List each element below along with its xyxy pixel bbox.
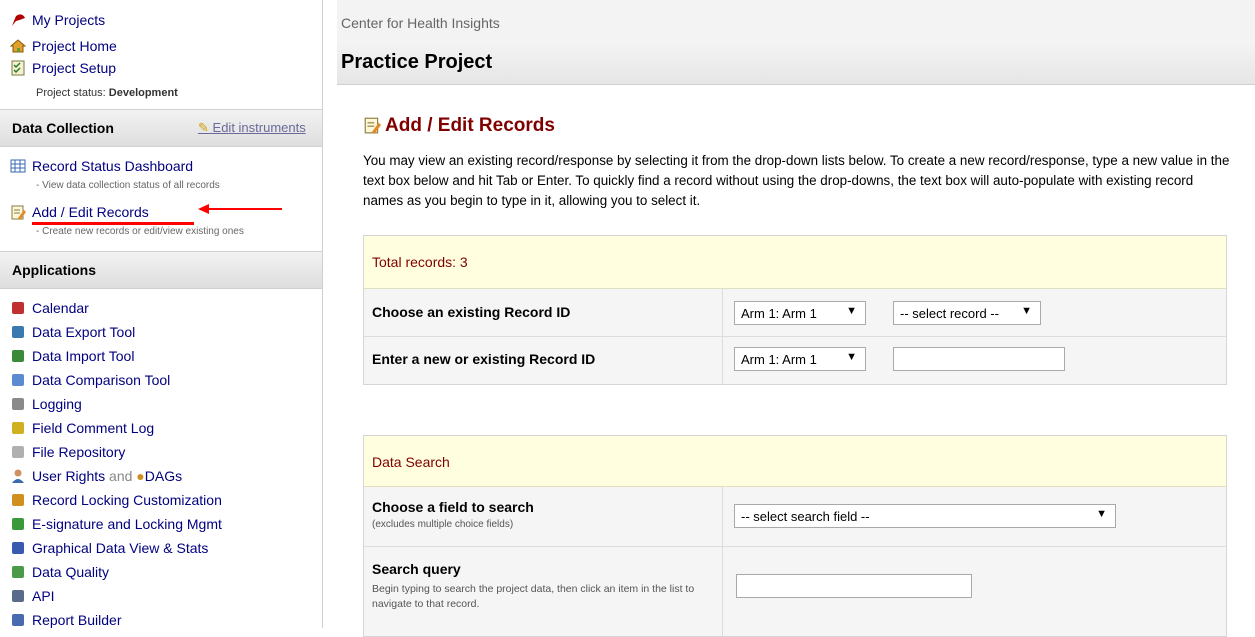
highlight-underline — [32, 222, 194, 225]
pencil-icon: ✎ — [198, 120, 209, 135]
search-query-input[interactable] — [736, 574, 972, 598]
record-status-dashboard-link[interactable]: Record Status Dashboard — [32, 158, 193, 174]
add-edit-records-desc: - Create new records or edit/view existi… — [36, 226, 244, 237]
sidebar-item-data-export-tool[interactable]: Data Export Tool — [32, 324, 135, 340]
project-setup-icon — [11, 60, 25, 76]
data-collection-header: Data Collection ✎ Edit instruments — [0, 109, 322, 147]
project-status-value: Development — [108, 87, 178, 99]
project-home-link[interactable]: Project Home — [32, 38, 117, 54]
record-select[interactable]: -- select record -- ▼ — [893, 301, 1041, 325]
main-content: Center for Health Insights Practice Proj… — [337, 0, 1255, 637]
choose-record-label: Choose an existing Record ID — [372, 304, 571, 320]
dropdown-arrow-icon: ▼ — [846, 351, 857, 363]
applications-header: Applications — [0, 251, 322, 289]
dags-icon: ● — [136, 468, 145, 484]
search-field-select-value: -- select search field -- — [741, 509, 870, 524]
user-icon — [12, 469, 24, 483]
total-records: Total records: 3 — [372, 254, 468, 270]
choose-arm-value: Arm 1: Arm 1 — [741, 306, 817, 321]
data-search-title: Data Search — [372, 454, 450, 470]
search-query-label: Search query — [372, 561, 461, 577]
sidebar-item-data-comparison-tool[interactable]: Data Comparison Tool — [32, 372, 170, 388]
search-field-row: Choose a field to search (excludes multi… — [364, 487, 1226, 547]
dashboard-icon — [10, 159, 26, 173]
applications-title: Applications — [12, 262, 97, 278]
lock-icon — [12, 494, 24, 506]
row-divider — [722, 547, 723, 636]
edit-instruments-link[interactable]: ✎ Edit instruments — [198, 120, 306, 136]
enter-arm-value: Arm 1: Arm 1 — [741, 352, 817, 367]
calendar-icon — [12, 302, 24, 314]
sidebar-item-file-repository[interactable]: File Repository — [32, 444, 125, 460]
row-divider — [722, 289, 723, 336]
row-divider — [722, 487, 723, 546]
dropdown-arrow-icon: ▼ — [846, 305, 857, 317]
dropdown-arrow-icon: ▼ — [1021, 305, 1032, 317]
comment-icon — [12, 422, 24, 434]
quality-icon — [12, 566, 24, 578]
logging-icon — [12, 398, 24, 410]
add-edit-records-icon — [11, 205, 26, 220]
enter-arm-select[interactable]: Arm 1: Arm 1 ▼ — [734, 347, 866, 371]
sidebar-item-graphical-data-view-stats[interactable]: Graphical Data View & Stats — [32, 540, 208, 556]
sidebar-item-e-signature-and-locking-mgmt[interactable]: E-signature and Locking Mgmt — [32, 516, 222, 532]
user-rights-link[interactable]: User Rights — [32, 468, 105, 484]
esign-icon — [12, 518, 24, 530]
record-select-value: -- select record -- — [900, 306, 999, 321]
choose-arm-select[interactable]: Arm 1: Arm 1 ▼ — [734, 301, 866, 325]
choose-record-row: Choose an existing Record ID Arm 1: Arm … — [364, 289, 1226, 337]
record-status-dashboard-desc: - View data collection status of all rec… — [36, 180, 220, 191]
sidebar-item-api[interactable]: API — [32, 588, 55, 604]
data-search-header: Data Search — [364, 436, 1226, 487]
user-rights-and: and — [109, 468, 133, 484]
add-edit-records-title-icon — [364, 117, 381, 134]
records-panel: Total records: 3 Choose an existing Reco… — [363, 235, 1227, 385]
intro-text: You may view an existing record/response… — [363, 153, 1230, 208]
enter-record-label: Enter a new or existing Record ID — [372, 351, 596, 367]
enter-record-row: Enter a new or existing Record ID Arm 1:… — [364, 337, 1226, 384]
sidebar-item-logging[interactable]: Logging — [32, 396, 82, 412]
my-projects-link[interactable]: My Projects — [32, 12, 105, 28]
home-icon — [10, 39, 26, 53]
page-title: Add / Edit Records — [385, 115, 555, 136]
api-icon — [12, 590, 24, 602]
sidebar-item-data-import-tool[interactable]: Data Import Tool — [32, 348, 134, 364]
data-collection-title: Data Collection — [12, 120, 114, 136]
organization-name: Center for Health Insights — [341, 15, 500, 31]
import-icon — [12, 350, 24, 362]
export-icon — [12, 326, 24, 338]
search-query-row: Search query Begin typing to search the … — [364, 547, 1226, 636]
compare-icon — [12, 374, 24, 386]
project-title-bar: Practice Project — [337, 40, 1255, 85]
sidebar-item-calendar[interactable]: Calendar — [32, 300, 89, 316]
project-setup-link[interactable]: Project Setup — [32, 60, 116, 76]
sidebar-item-record-locking-customization[interactable]: Record Locking Customization — [32, 492, 222, 508]
sidebar-item-report-builder[interactable]: Report Builder — [32, 612, 122, 628]
top-bar: Center for Health Insights — [337, 0, 1255, 41]
highlight-arrow — [198, 204, 282, 214]
search-field-note: (excludes multiple choice fields) — [372, 519, 514, 530]
sidebar-item-field-comment-log[interactable]: Field Comment Log — [32, 420, 154, 436]
project-status: Project status: Development — [36, 87, 178, 99]
search-query-note: Begin typing to search the project data,… — [372, 583, 695, 610]
report-icon — [12, 614, 24, 626]
records-panel-header: Total records: 3 — [364, 236, 1226, 289]
sidebar-item-data-quality[interactable]: Data Quality — [32, 564, 109, 580]
add-edit-records-link[interactable]: Add / Edit Records — [32, 204, 149, 220]
search-field-select[interactable]: -- select search field -- ▼ — [734, 504, 1116, 528]
project-title: Practice Project — [341, 51, 493, 73]
record-id-input[interactable] — [893, 347, 1065, 371]
row-divider — [722, 337, 723, 384]
my-projects-icon — [12, 14, 25, 26]
search-field-label: Choose a field to search — [372, 499, 534, 515]
user-rights-row: User Rights and ●DAGs — [32, 468, 182, 484]
files-icon — [12, 446, 24, 458]
dags-link[interactable]: DAGs — [145, 468, 182, 484]
data-search-panel: Data Search Choose a field to search (ex… — [363, 435, 1227, 637]
edit-instruments-label: Edit instruments — [212, 120, 306, 135]
dropdown-arrow-icon: ▼ — [1096, 508, 1107, 520]
sidebar: My Projects Project Home Project Setup P… — [0, 0, 323, 628]
chart-icon — [12, 542, 24, 554]
project-status-label: Project status: — [36, 87, 106, 99]
